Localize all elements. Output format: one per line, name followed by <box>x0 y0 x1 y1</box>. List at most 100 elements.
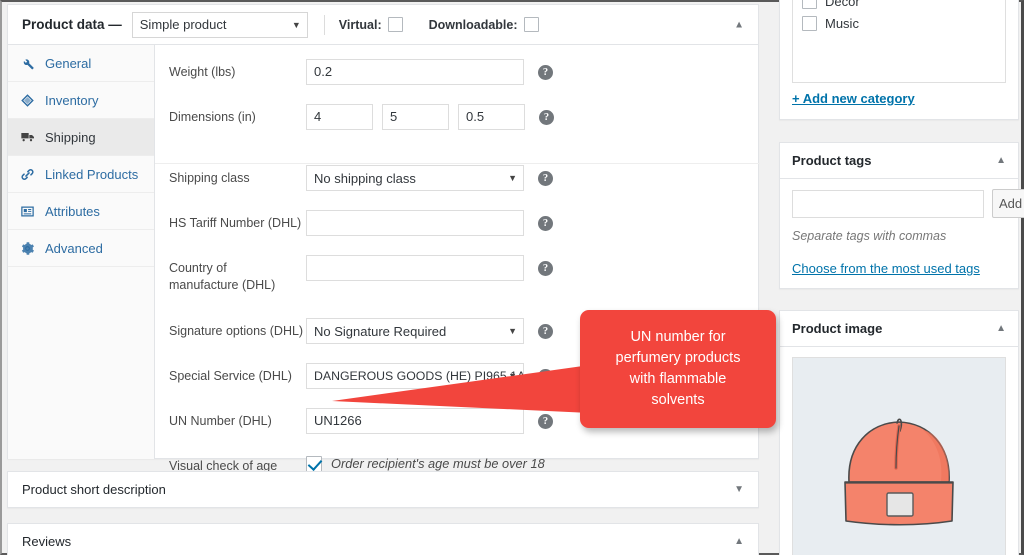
field-row-hs-tariff: HS Tariff Number (DHL) ? <box>155 210 758 236</box>
sidebar-item-advanced[interactable]: Advanced <box>8 230 154 267</box>
sidebar-item-label: Linked Products <box>45 166 139 182</box>
special-service-value: DANGEROUS GOODS (HE) PI965 1A <box>314 369 524 383</box>
reviews-panel[interactable]: Reviews ▲ <box>7 523 759 555</box>
sidebar-item-label: Shipping <box>45 129 96 145</box>
shipping-class-select-wrap: No shipping class ▼ <box>306 165 524 191</box>
dimension-width-input[interactable]: 5 <box>382 104 449 130</box>
product-tags-panel: Product tags ▲ Add Separate tags with co… <box>779 142 1024 289</box>
field-row-country-manufacture: Country of manufacture (DHL) ? <box>155 255 758 294</box>
weight-label: Weight (lbs) <box>169 65 236 79</box>
dimension-height-input[interactable]: 0.5 <box>458 104 525 130</box>
hs-tariff-label: HS Tariff Number (DHL) <box>169 216 302 230</box>
gear-icon <box>19 240 36 257</box>
screenshot-root: Product data — Simple product ▼ Virtual:… <box>0 0 1024 555</box>
field-row-dimensions: Dimensions (in) 4 5 0.5 ? <box>155 104 758 130</box>
product-type-select[interactable]: Simple product <box>131 11 308 38</box>
help-icon[interactable]: ? <box>539 110 554 125</box>
category-list[interactable]: Tshirts Decor Music <box>792 0 1006 83</box>
chevron-up-icon[interactable]: ▲ <box>996 155 1006 166</box>
collapse-toggle-icon[interactable]: ▲ <box>734 19 744 30</box>
dimension-length-input[interactable]: 4 <box>306 104 373 130</box>
list-item[interactable]: Decor <box>802 0 996 12</box>
tag-input[interactable] <box>792 189 984 218</box>
shipping-class-select[interactable]: No shipping class <box>306 165 524 191</box>
signature-options-select[interactable]: No Signature Required <box>306 318 524 344</box>
help-icon[interactable]: ? <box>538 369 553 384</box>
product-data-tabs: General Inventory Shipping Linked Produc… <box>8 45 155 459</box>
signature-options-select-wrap: No Signature Required ▼ <box>306 318 524 344</box>
truck-icon <box>19 129 36 146</box>
help-icon[interactable]: ? <box>538 414 553 429</box>
special-service-select[interactable]: DANGEROUS GOODS (HE) PI965 1A <box>306 363 524 389</box>
sidebar-item-inventory[interactable]: Inventory <box>8 82 154 119</box>
wrench-icon <box>19 55 36 72</box>
product-image-thumbnail[interactable] <box>792 357 1006 555</box>
category-checkbox[interactable] <box>802 16 817 31</box>
downloadable-label: Downloadable: <box>428 17 518 32</box>
help-icon[interactable]: ? <box>538 216 553 231</box>
sidebar-item-label: Inventory <box>45 92 99 108</box>
product-tags-header: Product tags ▲ <box>780 143 1018 179</box>
chevron-down-icon[interactable]: ▼ <box>734 484 744 495</box>
signature-options-value: No Signature Required <box>314 323 447 339</box>
chevron-up-icon[interactable]: ▲ <box>734 536 744 547</box>
tag-hint-text: Separate tags with commas <box>792 229 947 243</box>
field-row-shipping-class: Shipping class No shipping class ▼ ? <box>155 165 758 191</box>
country-manufacture-label: Country of manufacture (DHL) <box>169 261 276 292</box>
help-icon[interactable]: ? <box>538 65 553 80</box>
product-type-select-wrap: Simple product ▼ <box>131 11 308 38</box>
panel-title: Reviews <box>22 534 72 549</box>
page-title: Product data — <box>22 17 122 32</box>
product-data-header: Product data — Simple product ▼ Virtual:… <box>8 5 758 45</box>
downloadable-checkbox[interactable] <box>523 17 539 32</box>
field-divider <box>155 163 760 164</box>
product-image-panel: Product image ▲ <box>779 310 1019 555</box>
add-new-category-link[interactable]: + Add new category <box>792 91 915 106</box>
sidebar-item-linked-products[interactable]: Linked Products <box>8 156 154 193</box>
panel-title: Product image <box>792 321 883 336</box>
virtual-checkbox[interactable] <box>387 17 403 32</box>
shipping-class-value: No shipping class <box>314 170 416 186</box>
product-short-description-panel[interactable]: Product short description ▼ <box>7 471 759 508</box>
help-icon[interactable]: ? <box>538 261 553 276</box>
category-checkbox[interactable] <box>802 0 817 9</box>
hs-tariff-input[interactable] <box>306 210 524 236</box>
sidebar-item-label: General <box>45 55 92 71</box>
panel-title: Product tags <box>792 153 872 168</box>
add-new-category-wrap: + Add new category <box>780 83 1018 119</box>
special-service-label: Special Service (DHL) <box>169 369 292 383</box>
shipping-class-label: Shipping class <box>169 171 250 185</box>
signature-options-label: Signature options (DHL) <box>169 324 304 338</box>
help-icon[interactable]: ? <box>538 324 553 339</box>
category-label: Music <box>825 16 859 31</box>
product-image-header: Product image ▲ <box>780 311 1018 347</box>
un-number-input[interactable]: UN1266 <box>306 408 524 434</box>
dimensions-label: Dimensions (in) <box>169 110 256 124</box>
beanie-hat-icon <box>844 417 954 526</box>
choose-most-used-tags-link[interactable]: Choose from the most used tags <box>792 261 980 276</box>
country-manufacture-input[interactable] <box>306 255 524 281</box>
sidebar-item-label: Advanced <box>45 240 103 256</box>
link-icon <box>19 166 36 183</box>
un-number-label: UN Number (DHL) <box>169 414 272 428</box>
add-tag-button[interactable]: Add <box>992 189 1024 218</box>
category-label: Decor <box>825 0 860 9</box>
chevron-up-icon[interactable]: ▲ <box>996 323 1006 334</box>
virtual-label: Virtual: <box>338 17 382 32</box>
field-row-weight: Weight (lbs) 0.2 ? <box>155 59 758 85</box>
sidebar-item-label: Attributes <box>45 203 100 219</box>
sidebar-item-attributes[interactable]: Attributes <box>8 193 154 230</box>
attributes-icon <box>19 203 36 220</box>
list-item[interactable]: Music <box>802 13 996 34</box>
sidebar-item-shipping[interactable]: Shipping <box>8 119 154 156</box>
tag-input-row: Add <box>792 189 1024 218</box>
sidebar-item-general[interactable]: General <box>8 45 154 82</box>
visual-check-checkbox[interactable] <box>306 456 322 472</box>
callout-text: UN number for perfumery products with fl… <box>615 329 741 408</box>
product-tags-body: Add Separate tags with commas Choose fro… <box>780 179 1024 288</box>
product-type-value: Simple product <box>139 17 227 32</box>
tag-icon <box>19 92 36 109</box>
product-categories-panel: Tshirts Decor Music + Add new category <box>779 0 1019 120</box>
weight-input[interactable]: 0.2 <box>306 59 524 85</box>
help-icon[interactable]: ? <box>538 171 553 186</box>
